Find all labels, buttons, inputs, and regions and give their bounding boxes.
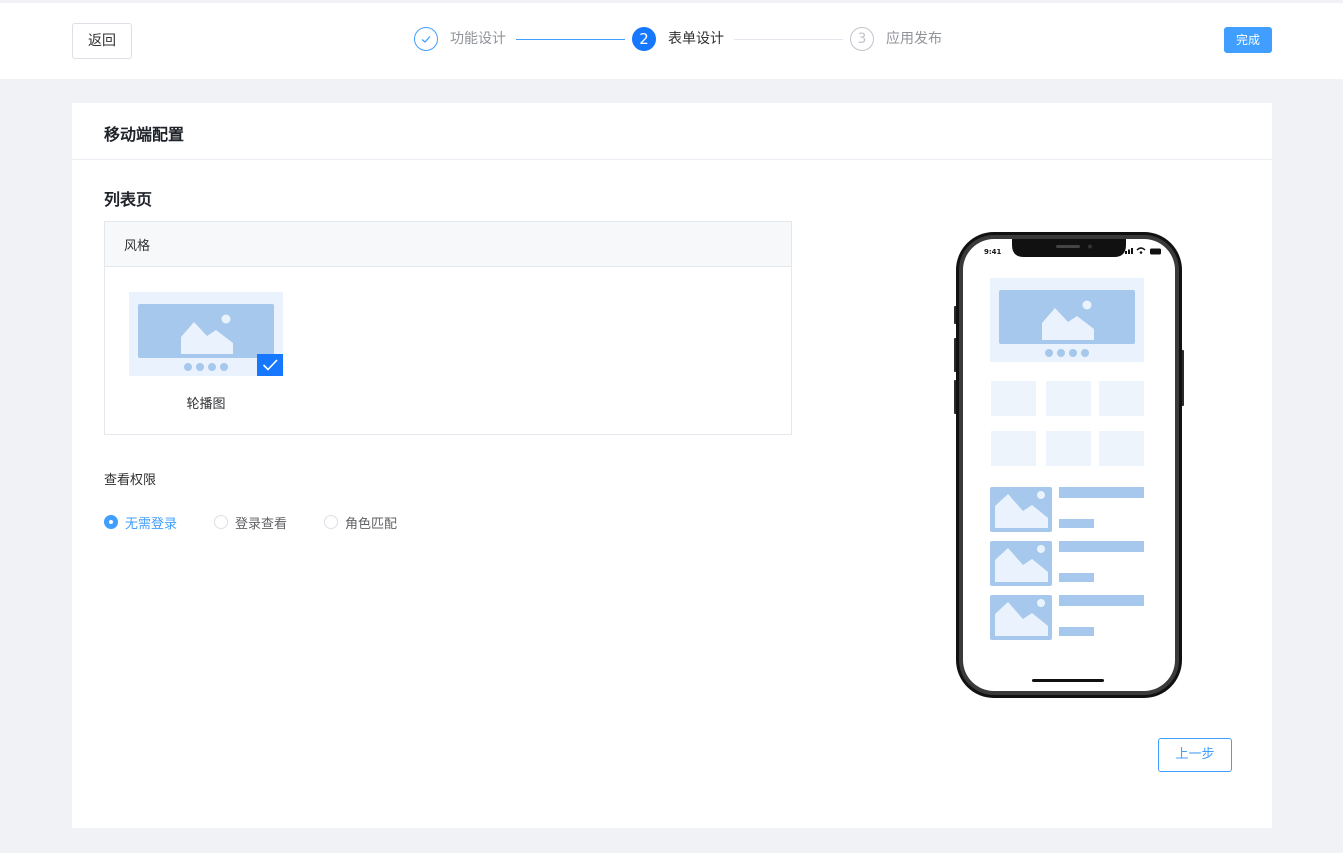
step-1-indicator	[414, 27, 438, 51]
phone-frame	[954, 232, 1184, 698]
radio-label: 无需登录	[125, 516, 178, 532]
radio-role-match[interactable]: 角色匹配	[324, 514, 398, 532]
radio-label: 登录查看	[235, 516, 288, 532]
step-connector-1	[516, 39, 625, 40]
radio-dot	[324, 515, 338, 529]
done-button[interactable]: 完成	[1224, 27, 1272, 53]
status-time: 9:41	[984, 248, 1002, 256]
thumbnail-banner	[138, 304, 274, 358]
image-placeholder-icon	[181, 314, 233, 354]
style-option-carousel[interactable]: 轮播图	[129, 292, 283, 412]
check-icon	[421, 36, 431, 43]
step-1-label: 功能设计	[450, 31, 506, 47]
selected-check-icon	[257, 354, 283, 376]
mobile-config-card: 移动端配置 列表页 风格 轮播图 查看权限 无需登录 登录查看 角色匹配 9:4…	[72, 103, 1272, 828]
card-title: 移动端配置	[104, 125, 185, 144]
radio-login-view[interactable]: 登录查看	[214, 514, 288, 532]
style-selector-header: 风格	[105, 222, 791, 267]
back-button[interactable]: 返回	[72, 23, 132, 59]
radio-dot	[214, 515, 228, 529]
previous-step-button[interactable]: 上一步	[1158, 738, 1232, 772]
radio-no-login[interactable]: 无需登录	[104, 514, 178, 532]
step-connector-2	[734, 39, 843, 40]
step-2-label: 表单设计	[668, 31, 724, 47]
radio-label: 角色匹配	[345, 516, 398, 532]
radio-dot	[104, 515, 118, 529]
step-3-label: 应用发布	[886, 31, 942, 47]
step-2-indicator: 2	[632, 27, 656, 51]
section-title-list-page: 列表页	[104, 190, 153, 209]
carousel-dots-icon	[184, 363, 228, 371]
step-3-indicator: 3	[850, 27, 874, 51]
top-bar: 返回 功能设计 2 表单设计 3 应用发布 完成	[0, 0, 1343, 79]
mobile-preview: 9:41	[954, 230, 1184, 700]
permission-label: 查看权限	[104, 473, 157, 488]
style-option-label: 轮播图	[186, 397, 226, 412]
card-header: 移动端配置	[72, 103, 1272, 160]
style-selector: 风格 轮播图	[104, 221, 792, 435]
style-selector-title: 风格	[124, 239, 151, 254]
